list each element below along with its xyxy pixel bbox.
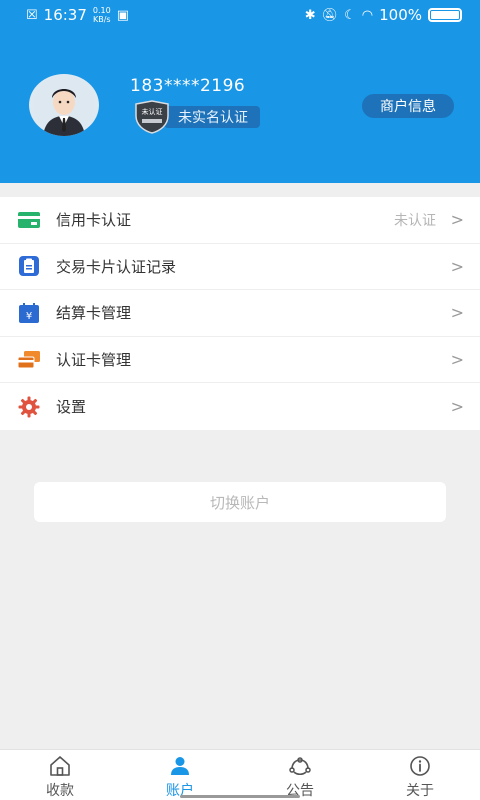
- menu-label: 设置: [56, 398, 87, 417]
- status-right: ✱ 🔕︎ ☾ ◠ 100%: [305, 6, 462, 24]
- menu-item-auth-card-management[interactable]: 认证卡管理 >: [0, 337, 480, 384]
- menu-label: 信用卡认证: [56, 211, 132, 230]
- merchant-info-button[interactable]: 商户信息: [362, 94, 454, 118]
- status-bar: ☒ 16:37 0.10 KB/s ▣ ✱ 🔕︎ ☾ ◠ 100%: [0, 0, 480, 30]
- menu-label: 认证卡管理: [56, 351, 132, 370]
- cards-stack-icon: [16, 347, 42, 373]
- tab-account[interactable]: 账户: [120, 750, 240, 800]
- shield-icon: 未认证: [132, 100, 172, 134]
- credit-card-icon: [16, 207, 42, 233]
- bluetooth-icon: ✱: [304, 7, 316, 23]
- menu-item-transaction-card-records[interactable]: 交易卡片认证记录 >: [0, 244, 480, 291]
- status-time: 16:37: [43, 6, 87, 24]
- tab-announcement[interactable]: 公告: [240, 750, 360, 800]
- chevron-right-icon: >: [450, 210, 464, 230]
- account-menu: 信用卡认证 未认证 > 交易卡片认证记录 > ¥ 结算卡管理 > 认证卡管理 >…: [0, 197, 480, 430]
- menu-label: 交易卡片认证记录: [56, 257, 177, 276]
- menu-item-settings[interactable]: 设置 >: [0, 383, 480, 430]
- chevron-right-icon: >: [450, 397, 464, 417]
- moon-icon: ☾: [344, 7, 356, 23]
- cert-status: 未实名认证: [164, 106, 260, 128]
- switch-account-button[interactable]: 切换账户: [34, 482, 446, 522]
- volte-icon: ▣: [116, 7, 129, 23]
- menu-label: 结算卡管理: [56, 304, 132, 323]
- notification-x-icon: ☒: [26, 7, 38, 23]
- chevron-right-icon: >: [450, 350, 464, 370]
- tab-label: 关于: [406, 782, 434, 799]
- gear-icon: [16, 394, 42, 420]
- battery-percent: 100%: [379, 6, 422, 24]
- tab-label: 收款: [46, 782, 74, 799]
- menu-item-credit-card-auth[interactable]: 信用卡认证 未认证 >: [0, 197, 480, 244]
- tab-collect[interactable]: 收款: [0, 750, 120, 800]
- tab-about[interactable]: 关于: [360, 750, 480, 800]
- chevron-right-icon: >: [450, 256, 464, 276]
- svg-text:¥: ¥: [26, 311, 32, 322]
- mute-bell-icon: 🔕︎: [321, 7, 339, 23]
- avatar-illustration: [34, 75, 94, 136]
- verification-badge: 未认证 未实名认证: [132, 100, 260, 134]
- home-icon: [50, 755, 70, 776]
- shield-text: 未认证: [142, 107, 163, 116]
- chevron-right-icon: >: [450, 303, 464, 323]
- phone-number: 183****2196: [130, 76, 246, 96]
- announcement-icon: [289, 756, 311, 775]
- speed-unit: KB/s: [92, 15, 111, 24]
- user-icon: [171, 756, 189, 775]
- clipboard-icon: [16, 253, 42, 279]
- menu-item-settlement-card[interactable]: ¥ 结算卡管理 >: [0, 290, 480, 337]
- avatar[interactable]: [29, 74, 99, 136]
- home-indicator: [180, 795, 300, 798]
- bottom-tab-bar: 收款 账户 公告 关于: [0, 749, 480, 800]
- wifi-icon: ◠: [361, 7, 374, 23]
- status-left: ☒ 16:37 0.10 KB/s ▣: [26, 6, 129, 24]
- account-header: ☒ 16:37 0.10 KB/s ▣ ✱ 🔕︎ ☾ ◠ 100% 183***…: [0, 0, 480, 183]
- network-speed: 0.10 KB/s: [93, 6, 111, 24]
- calendar-yuan-icon: ¥: [16, 300, 42, 326]
- info-icon: [410, 755, 430, 776]
- speed-value: 0.10: [92, 6, 111, 15]
- battery-icon: [428, 8, 462, 22]
- menu-value: 未认证: [394, 212, 436, 229]
